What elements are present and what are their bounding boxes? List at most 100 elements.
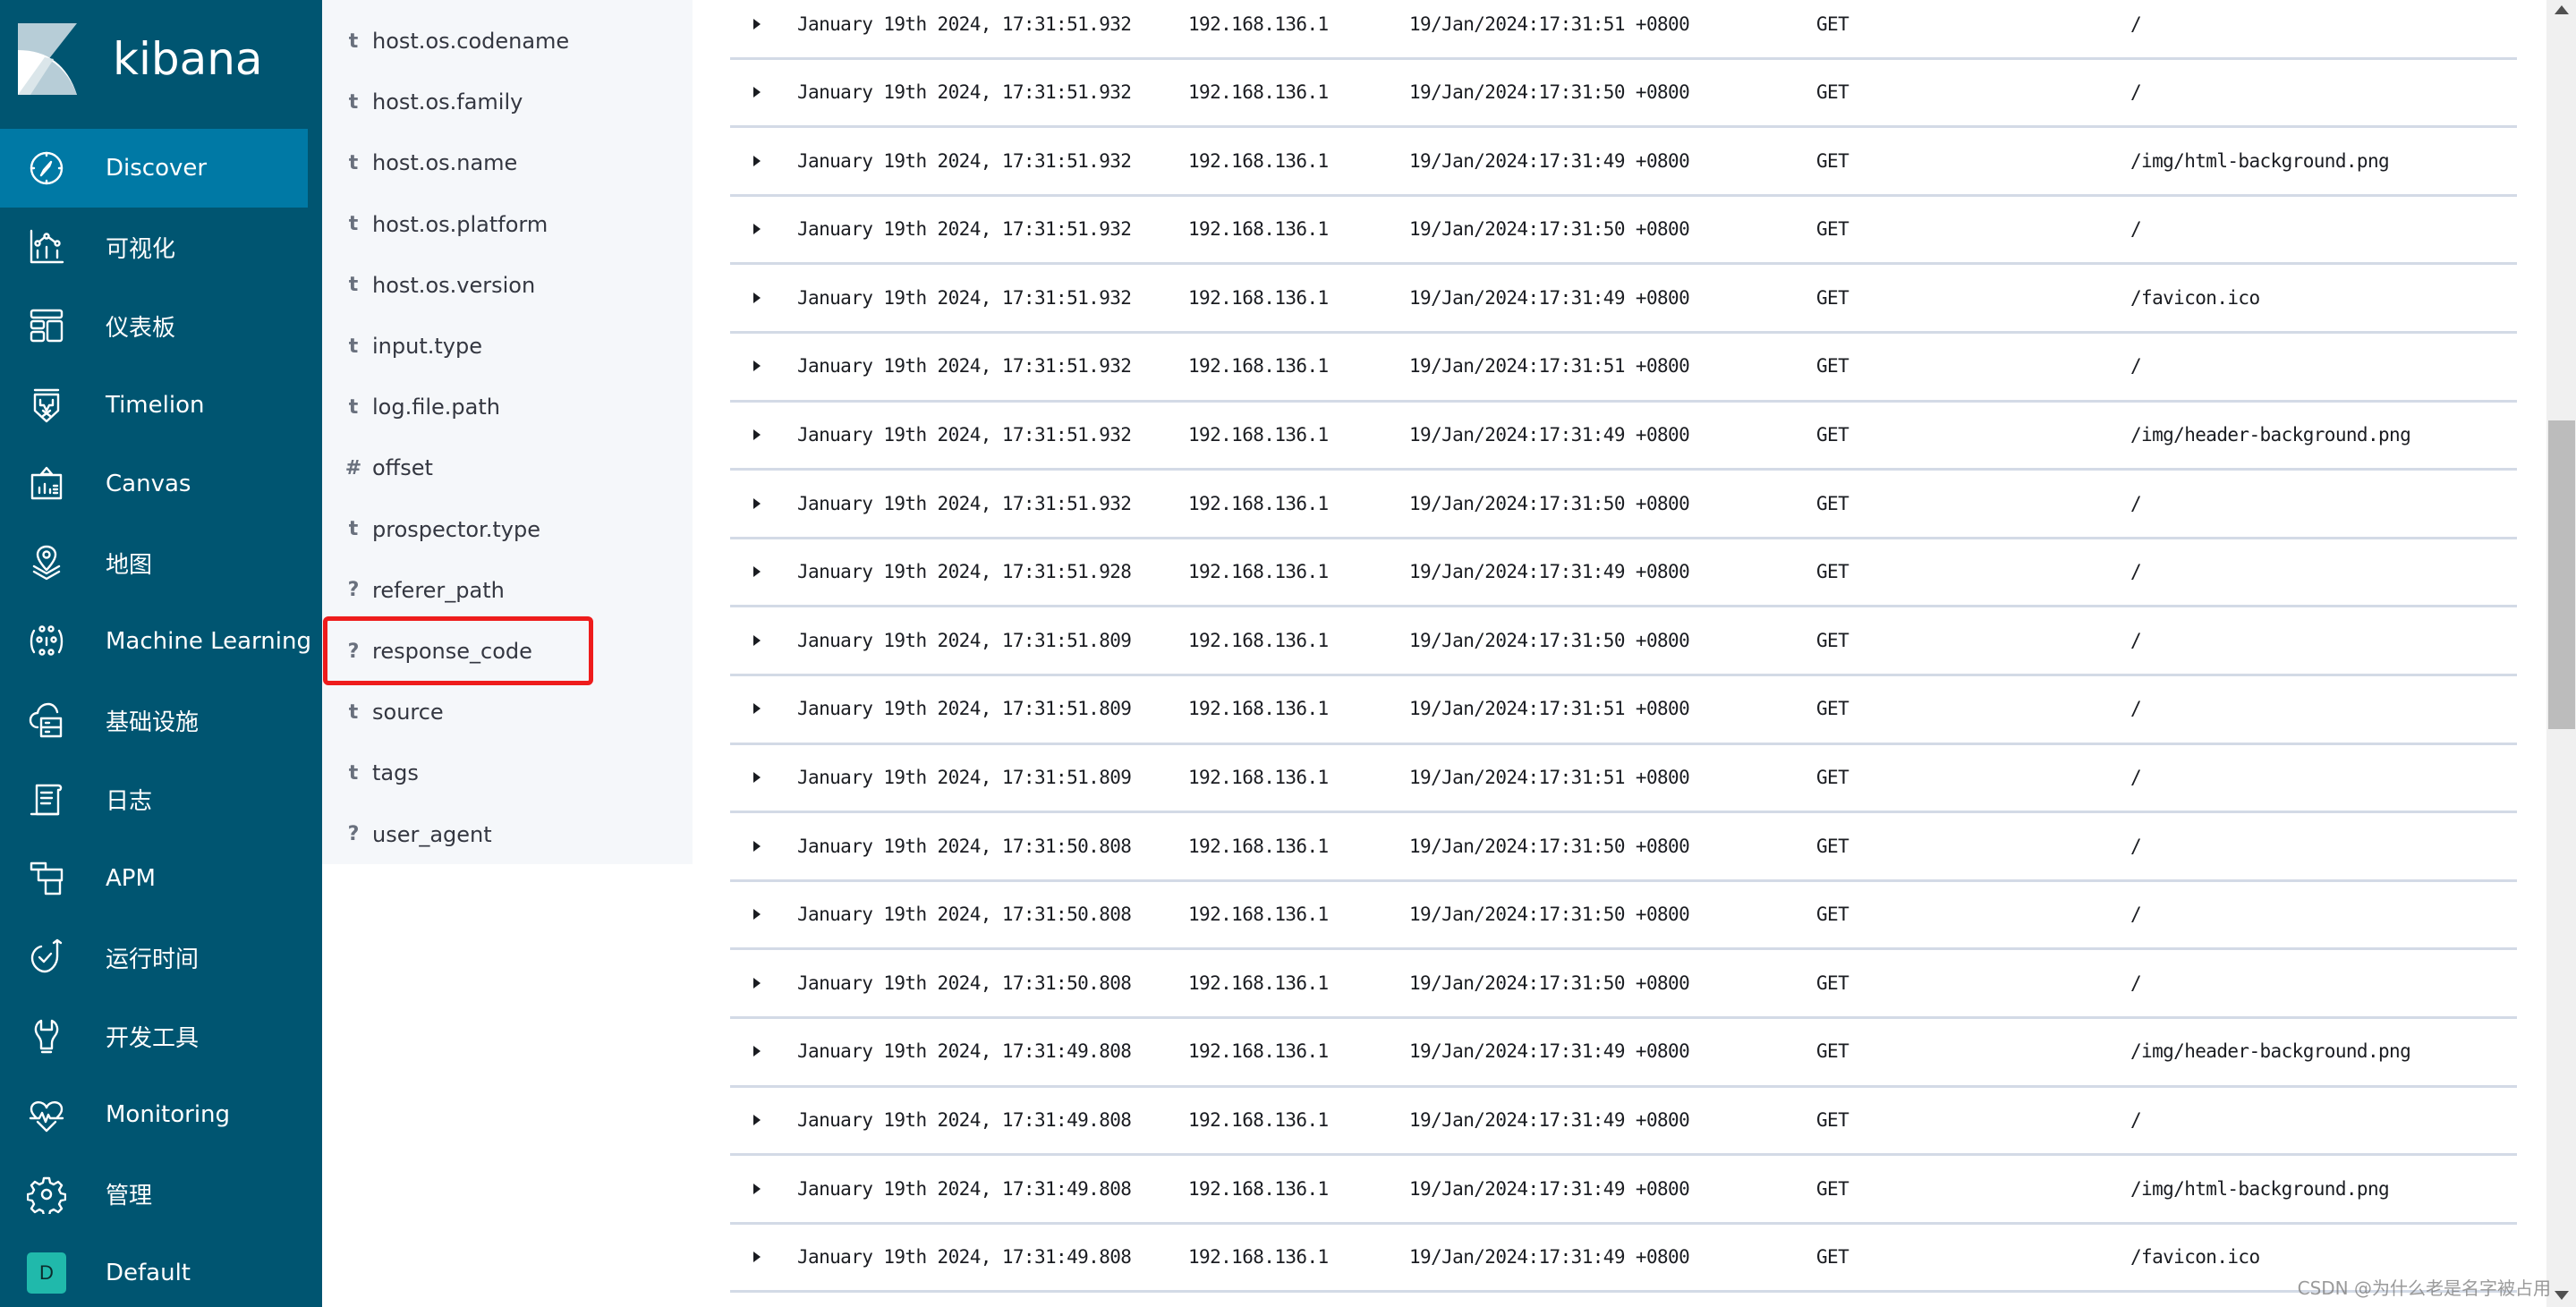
nav-item-uptime[interactable]: 运行时间 [0,918,308,997]
space-selector[interactable]: D Default [0,1234,308,1307]
document-row[interactable]: January 19th 2024, 17:31:51.932 192.168.1… [730,0,2517,60]
field-item-log-file-path[interactable]: t log.file.path [322,377,693,437]
field-item-input-type[interactable]: t input.type [322,316,693,377]
document-row[interactable]: January 19th 2024, 17:31:51.932 192.168.1… [730,403,2517,471]
expand-row-toggle[interactable] [752,813,769,878]
cell-path: /favicon.ico [2130,1246,2260,1269]
cell-method: GET [1816,972,1849,994]
expand-row-toggle[interactable] [752,60,769,125]
expand-row-toggle[interactable] [752,1019,769,1084]
cell-time: January 19th 2024, 17:31:49.808 [797,1177,1132,1200]
infrastructure-icon [27,700,66,740]
cell-client-ip: 192.168.136.1 [1188,424,1329,446]
field-item-host-os-family[interactable]: t host.os.family [322,72,693,132]
scroll-up-arrow-icon[interactable] [2555,5,2569,14]
document-row[interactable]: January 19th 2024, 17:31:51.932 192.168.1… [730,197,2517,266]
document-row[interactable]: January 19th 2024, 17:31:49.808 192.168.1… [730,1088,2517,1157]
cell-client-ip: 192.168.136.1 [1188,629,1329,651]
document-row[interactable]: January 19th 2024, 17:31:51.932 192.168.1… [730,60,2517,129]
nav-item-label: 日志 [106,788,153,816]
document-row[interactable]: January 19th 2024, 17:31:49.808 192.168.1… [730,1156,2517,1225]
expand-row-toggle[interactable] [752,882,769,947]
string-type-icon: t [348,700,359,724]
expand-row-toggle[interactable] [752,539,769,605]
document-row[interactable]: January 19th 2024, 17:31:51.809 192.168.1… [730,676,2517,745]
document-row[interactable]: January 19th 2024, 17:31:51.932 192.168.1… [730,471,2517,539]
scroll-down-arrow-icon[interactable] [2555,1291,2569,1300]
field-item-tags[interactable]: t tags [322,743,693,803]
document-row[interactable]: January 19th 2024, 17:31:51.809 192.168.1… [730,607,2517,676]
expand-row-toggle[interactable] [752,1156,769,1221]
cell-client-ip: 192.168.136.1 [1188,218,1329,241]
field-item-host-os-version[interactable]: t host.os.version [322,255,693,316]
nav-item-dashboard[interactable]: 仪表板 [0,286,308,365]
expand-row-toggle[interactable] [752,471,769,536]
nav-item-machine-learning[interactable]: Machine Learning [0,602,311,681]
expand-row-toggle[interactable] [752,676,769,742]
field-name: user_agent [372,821,492,847]
scrollbar-thumb[interactable] [2548,420,2575,729]
document-row[interactable]: January 19th 2024, 17:31:51.928 192.168.1… [730,539,2517,608]
expand-row-toggle[interactable] [752,950,769,1015]
expand-row-toggle[interactable] [752,403,769,468]
nav-item-logs[interactable]: 日志 [0,760,308,839]
machine-learning-icon [27,622,66,661]
nav-item-visualize[interactable]: 可视化 [0,208,308,286]
cell-time: January 19th 2024, 17:31:49.808 [797,1109,1132,1131]
cell-log-timestamp: 19/Jan/2024:17:31:50 +0800 [1409,904,1690,926]
document-row[interactable]: January 19th 2024, 17:31:50.808 192.168.1… [730,950,2517,1019]
cell-method: GET [1816,1246,1849,1269]
nav-item-maps[interactable]: 地图 [0,523,308,602]
field-item-source[interactable]: t source [322,682,693,743]
field-name: log.file.path [372,395,500,420]
expand-row-toggle[interactable] [752,607,769,673]
expand-row-toggle[interactable] [752,334,769,399]
expand-row-toggle[interactable] [752,1225,769,1290]
expand-row-toggle[interactable] [752,128,769,193]
cell-method: GET [1816,767,1849,789]
document-row[interactable]: January 19th 2024, 17:31:50.808 192.168.1… [730,882,2517,951]
cell-method: GET [1816,835,1849,857]
nav-item-apm[interactable]: APM [0,839,308,918]
field-item-response-code[interactable]: ? response_code [322,621,693,682]
document-row[interactable]: January 19th 2024, 17:31:51.932 192.168.1… [730,265,2517,334]
field-item-user-agent[interactable]: ? user_agent [322,804,693,865]
field-item-offset[interactable]: # offset [322,437,693,498]
nav-item-infrastructure[interactable]: 基础设施 [0,681,308,760]
nav-item-monitoring[interactable]: Monitoring [0,1075,308,1154]
expand-row-toggle[interactable] [752,265,769,330]
nav-item-compass[interactable]: Discover [0,129,308,208]
nav-item-canvas[interactable]: Canvas [0,445,308,523]
document-row[interactable]: January 19th 2024, 17:31:50.808 192.168.1… [730,813,2517,882]
vertical-scrollbar[interactable] [2546,0,2576,1307]
unknown-type-icon: ? [347,579,360,602]
caret-right-icon [753,772,761,784]
cell-log-timestamp: 19/Jan/2024:17:31:50 +0800 [1409,81,1690,104]
document-row[interactable]: January 19th 2024, 17:31:49.808 192.168.1… [730,1019,2517,1088]
nav-item-timelion[interactable]: Timelion [0,366,308,445]
cell-log-timestamp: 19/Jan/2024:17:31:51 +0800 [1409,355,1690,378]
cell-client-ip: 192.168.136.1 [1188,13,1329,35]
cell-path: / [2130,698,2142,720]
expand-row-toggle[interactable] [752,0,769,56]
nav-item-gear[interactable]: 管理 [0,1155,308,1234]
document-row[interactable]: January 19th 2024, 17:31:49.808 192.168.1… [730,1225,2517,1294]
expand-row-toggle[interactable] [752,745,769,811]
document-row[interactable]: January 19th 2024, 17:31:51.809 192.168.1… [730,745,2517,814]
field-item-referer-path[interactable]: ? referer_path [322,560,693,621]
cell-time: January 19th 2024, 17:31:51.809 [797,698,1132,720]
expand-row-toggle[interactable] [752,197,769,262]
field-name: prospector.type [372,516,540,542]
field-item-host-os-platform[interactable]: t host.os.platform [322,194,693,255]
caret-right-icon [753,361,761,372]
field-item-host-os-name[interactable]: t host.os.name [322,132,693,193]
kibana-logo[interactable]: kibana [18,23,263,95]
space-label: Default [106,1259,191,1286]
document-row[interactable]: January 19th 2024, 17:31:51.932 192.168.1… [730,128,2517,197]
expand-row-toggle[interactable] [752,1088,769,1153]
nav-item-dev-tools[interactable]: 开发工具 [0,997,308,1075]
document-row[interactable]: January 19th 2024, 17:31:51.932 192.168.1… [730,334,2517,403]
field-item-prospector-type[interactable]: t prospector.type [322,499,693,560]
cell-log-timestamp: 19/Jan/2024:17:31:50 +0800 [1409,972,1690,994]
field-item-host-os-codename[interactable]: t host.os.codename [322,11,693,72]
